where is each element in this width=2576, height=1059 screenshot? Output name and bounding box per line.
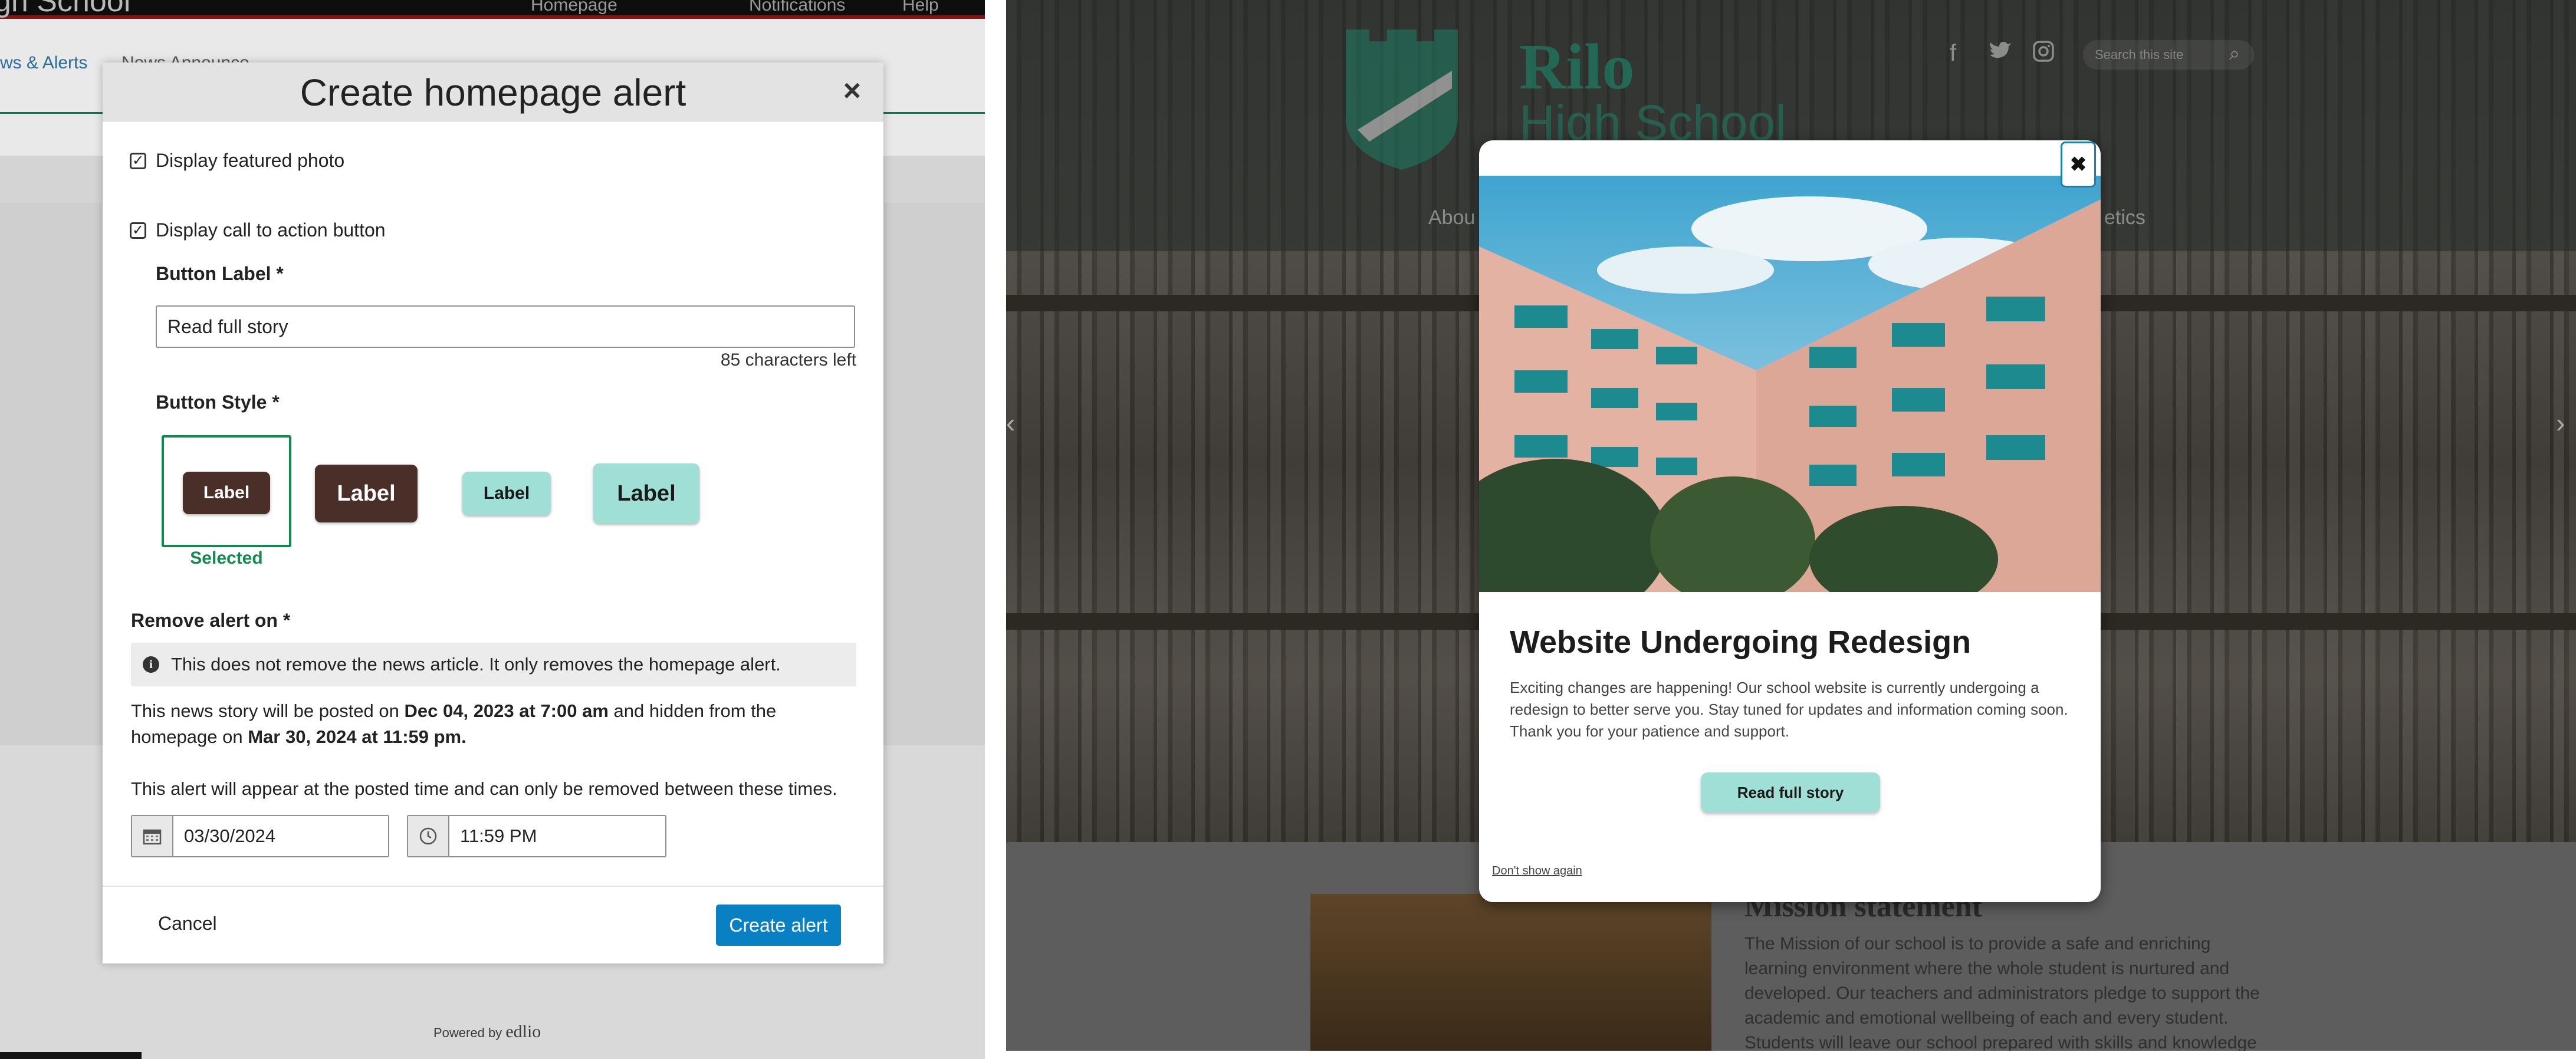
calendar-icon[interactable] <box>132 816 173 856</box>
site-nav-about[interactable]: Abou <box>1428 206 1475 229</box>
popup-body: Exciting changes are happening! Our scho… <box>1510 679 2068 740</box>
button-label-heading: Button Label * <box>156 263 284 284</box>
cms-nav-homepage[interactable]: Homepage <box>531 0 617 15</box>
info-icon: i <box>143 656 159 673</box>
remove-time-input[interactable] <box>449 816 663 856</box>
read-full-story-button[interactable]: Read full story <box>1701 772 1880 813</box>
schedule-text-1: This news story will be posted on <box>131 700 405 721</box>
style-option-small-dark[interactable]: Label <box>183 472 270 514</box>
modal-header: Create homepage alert × <box>103 63 883 121</box>
featured-photo-label: Display featured photo <box>156 150 345 171</box>
classroom-photo <box>1310 894 1711 1051</box>
modal-title: Create homepage alert <box>300 71 686 114</box>
style-option-small-light[interactable]: Label <box>462 472 551 515</box>
button-style-heading: Button Style * <box>156 392 280 413</box>
cancel-button[interactable]: Cancel <box>158 913 217 935</box>
homepage-alert-popup: ✖ Website Undergoing Redesign Exciting c… <box>1479 140 2101 902</box>
date-picker[interactable] <box>131 815 389 857</box>
cta-button-row[interactable]: ✓ Display call to action button <box>130 219 386 241</box>
dont-show-again-link[interactable]: Don't show again <box>1492 864 1582 878</box>
cms-panel: gh School Homepage Notifications Help ws… <box>0 0 985 1059</box>
cta-button-label: Display call to action button <box>156 219 386 241</box>
info-notice: i This does not remove the news article.… <box>131 643 856 686</box>
modal-close-button[interactable]: × <box>843 73 861 108</box>
create-alert-button[interactable]: Create alert <box>716 905 841 946</box>
powered-by-text: Powered by <box>433 1025 502 1040</box>
create-alert-modal: Create homepage alert × ✓ Display featur… <box>103 63 883 963</box>
twitter-icon[interactable] <box>1989 40 2012 67</box>
posted-date: Dec 04, 2023 at 7:00 am <box>404 700 609 721</box>
selected-style-caption: Selected <box>190 548 263 568</box>
cms-nav-help[interactable]: Help <box>902 0 939 15</box>
clock-icon[interactable] <box>408 816 449 856</box>
site-search-input[interactable]: Search this site <box>2083 40 2254 70</box>
hidden-date: Mar 30, 2024 at 11:59 pm. <box>248 726 466 747</box>
carousel-next-icon[interactable]: › <box>2556 407 2565 439</box>
site-preview: Rilo High School f Search this site ⌕ Ab… <box>1006 0 2576 1051</box>
cms-site-title: gh School <box>0 0 131 18</box>
edlio-logo: edlio <box>505 1022 541 1041</box>
style-option-large-light[interactable]: Label <box>593 463 699 524</box>
carousel-prev-icon[interactable]: ‹ <box>1006 407 1015 439</box>
schedule-summary: This news story will be posted on Dec 04… <box>131 698 862 750</box>
featured-photo-row[interactable]: ✓ Display featured photo <box>130 150 344 172</box>
cta-button-checkbox[interactable]: ✓ <box>130 222 146 239</box>
remove-date-input[interactable] <box>173 816 386 856</box>
site-nav-athletics[interactable]: etics <box>2104 206 2145 229</box>
site-logo-name: Rilo <box>1519 31 1635 103</box>
facebook-icon[interactable]: f <box>1950 40 1956 67</box>
mission-text: The Mission of our school is to provide … <box>1744 934 2260 1051</box>
school-crest-logo <box>1346 29 1458 170</box>
powered-by: Powered by edlio <box>433 1022 541 1042</box>
info-notice-text: This does not remove the news article. I… <box>171 654 781 675</box>
modal-footer: Cancel Create alert <box>103 886 883 963</box>
popup-title: Website Undergoing Redesign <box>1510 624 1972 660</box>
search-icon[interactable]: ⌕ <box>2229 42 2240 65</box>
instagram-icon[interactable] <box>2032 40 2055 68</box>
featured-photo <box>1479 176 2101 592</box>
remove-alert-heading: Remove alert on * <box>131 610 291 631</box>
featured-photo-checkbox[interactable]: ✓ <box>130 152 146 169</box>
style-option-large-dark[interactable]: Label <box>315 465 418 522</box>
cms-nav-notifications[interactable]: Notifications <box>749 0 845 15</box>
cms-crumb-news-alerts[interactable]: ws & Alerts <box>0 53 87 73</box>
cms-bottom-bar <box>0 1052 142 1059</box>
chars-left-counter: 85 characters left <box>720 350 856 370</box>
appear-note: This alert will appear at the posted tim… <box>131 778 837 799</box>
button-label-input[interactable] <box>156 305 855 348</box>
popup-close-button[interactable]: ✖ <box>2061 142 2096 188</box>
time-picker[interactable] <box>407 815 666 857</box>
